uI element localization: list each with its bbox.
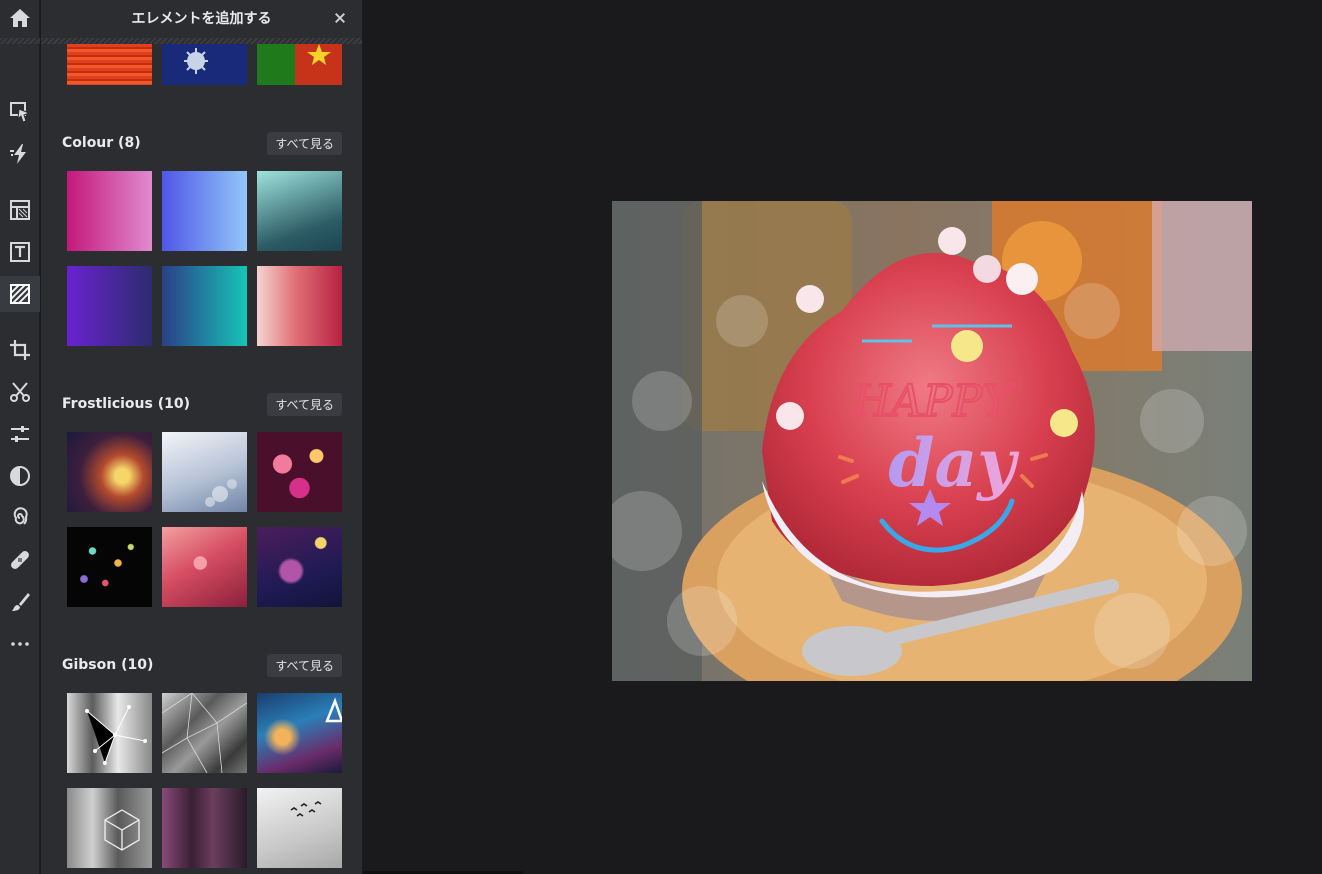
panel-title: エレメントを追加する [131,11,272,27]
layout-tool[interactable] [0,192,40,228]
select-tool[interactable] [0,94,40,130]
section-title: Gibson (10) [62,657,154,673]
texture-thumbnail[interactable] [67,266,152,346]
section-title: Frostlicious (10) [62,396,190,412]
section-header-colour: Colour (8) すべて見る [62,131,342,155]
select-icon [10,102,31,123]
heal-tool[interactable] [0,542,40,578]
panel-header: エレメントを追加する [41,0,362,36]
contrast-tool[interactable] [0,458,40,494]
see-all-button[interactable]: すべて見る [267,653,342,677]
canvas-area: HAPPY day [363,0,1322,874]
texture-thumbnail[interactable] [257,432,342,512]
cut-icon [10,382,30,402]
more-icon [11,642,29,646]
text-tool[interactable] [0,234,40,270]
texture-tool[interactable] [0,276,40,312]
photo-preview[interactable]: HAPPY day [612,201,1252,681]
texture-thumbnail[interactable] [162,171,247,251]
panel-close-button[interactable] [330,8,350,28]
rail-divider [0,38,40,44]
see-all-button[interactable]: すべて見る [267,131,342,155]
layout-icon [10,200,30,220]
quick-fix-icon [10,144,26,164]
tool-rail [0,0,40,874]
texture-thumbnail[interactable] [162,693,247,773]
swirl-tool[interactable] [0,500,40,536]
texture-thumbnail[interactable] [162,788,247,868]
texture-thumbnail[interactable] [162,527,247,607]
texture-thumbnail[interactable] [162,432,247,512]
texture-thumbnail[interactable] [257,171,342,251]
contrast-icon [10,466,30,486]
texture-thumbnail[interactable] [67,693,152,773]
shaved-ice-photo: HAPPY day [612,201,1252,681]
texture-thumbnail[interactable] [67,788,152,868]
texture-thumbnail[interactable] [67,44,152,85]
texture-thumbnail[interactable] [162,44,247,85]
section-title: Colour (8) [62,135,141,151]
add-element-panel: エレメントを追加する Colour (8) すべて見る Frostlicious… [41,0,362,874]
star-icon [307,44,331,65]
polygon-icon [162,693,247,773]
cut-tool[interactable] [0,374,40,410]
section-header-frostlicious: Frostlicious (10) すべて見る [62,392,342,416]
more-tools[interactable] [0,626,40,662]
crop-icon [10,340,30,360]
constellation-icon [85,705,147,765]
section-header-gibson: Gibson (10) すべて見る [62,653,342,677]
texture-thumbnail[interactable] [257,527,342,607]
birds-icon [290,801,322,817]
overlay-day: day [888,424,1020,502]
brush-icon [12,593,30,611]
texture-thumbnail[interactable] [67,432,152,512]
home-button[interactable] [0,0,40,36]
swirl-icon [13,507,28,525]
texture-thumbnail[interactable] [67,171,152,251]
cube-icon [104,809,140,851]
see-all-button[interactable]: すべて見る [267,392,342,416]
bandage-icon [11,551,29,569]
bokeh-icon [205,479,237,507]
quick-fix-tool[interactable] [0,136,40,172]
overlay-happy: HAPPY [852,376,1015,427]
texture-thumbnail[interactable] [257,693,342,773]
close-icon [335,13,345,23]
texture-thumbnail[interactable] [162,266,247,346]
home-icon [10,9,30,27]
texture-thumbnail[interactable] [257,44,342,85]
texture-thumbnail[interactable] [257,788,342,868]
adjust-icon [11,426,29,442]
text-icon [10,242,30,262]
texture-icon [10,284,30,304]
brush-tool[interactable] [0,584,40,620]
texture-thumbnail[interactable] [67,527,152,607]
crop-tool[interactable] [0,332,40,368]
adjust-tool[interactable] [0,416,40,452]
triangle-icon [325,697,342,723]
snowflake-icon [184,48,208,74]
texture-thumbnail[interactable] [257,266,342,346]
